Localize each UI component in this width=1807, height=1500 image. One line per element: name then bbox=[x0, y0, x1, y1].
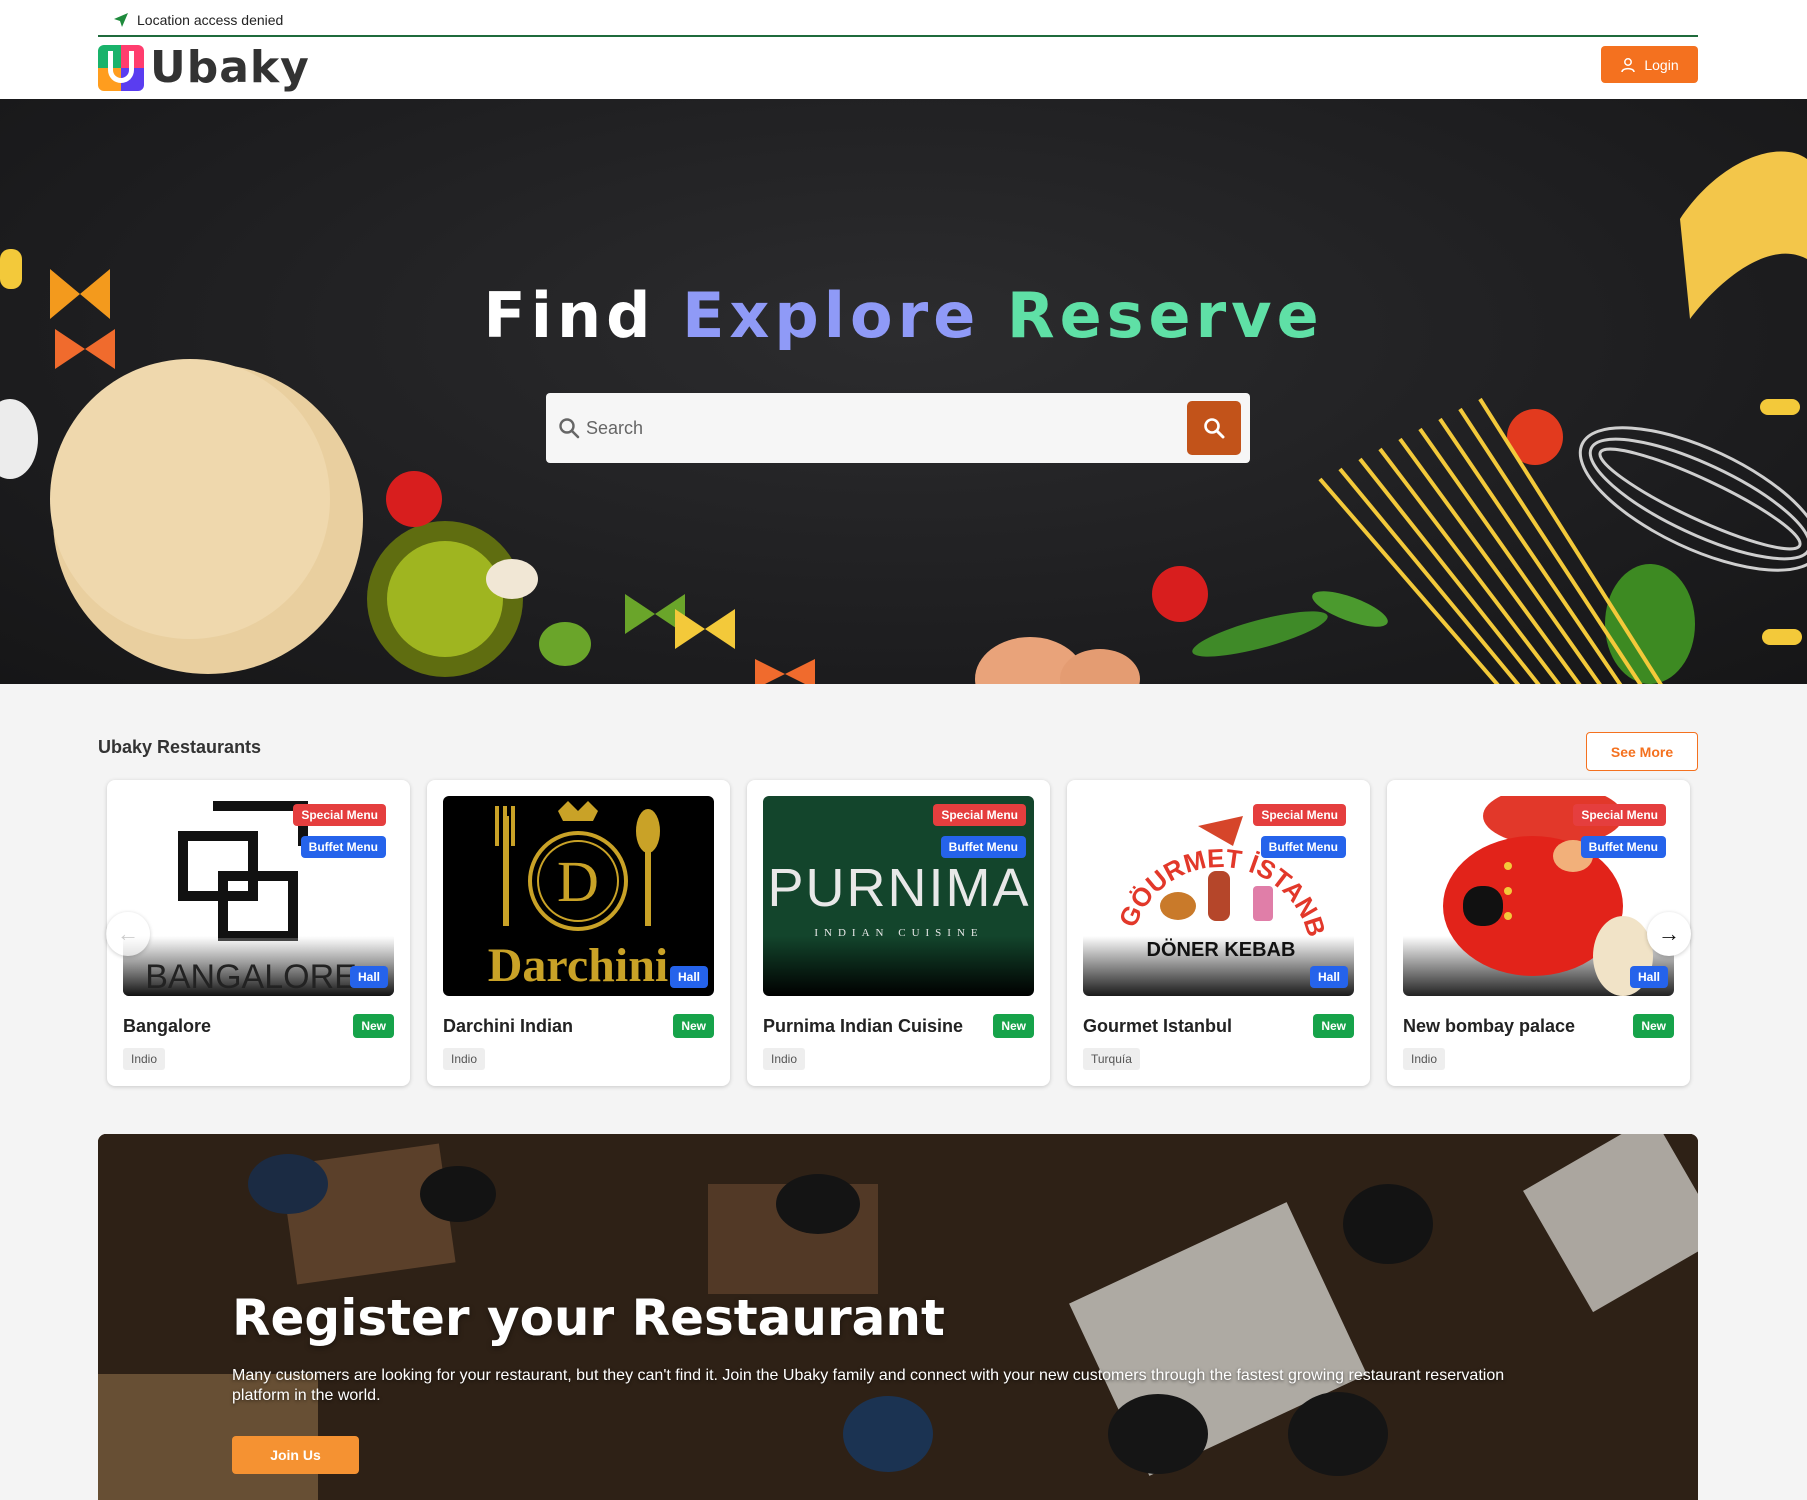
logo-icon bbox=[98, 44, 144, 91]
purnima-logo: PURNIMA INDIAN CUISINE bbox=[767, 858, 1030, 939]
hero-food-decoration bbox=[0, 151, 1807, 684]
brand-name: Ubaky bbox=[150, 42, 310, 93]
new-badge: New bbox=[1633, 1014, 1674, 1038]
login-button[interactable]: Login bbox=[1601, 46, 1698, 83]
cuisine-tag: Indio bbox=[1403, 1048, 1446, 1070]
location-status-text: Location access denied bbox=[137, 12, 284, 28]
search-button[interactable] bbox=[1187, 401, 1241, 455]
restaurant-name: Bangalore bbox=[123, 1016, 212, 1036]
cuisine-tag: Indio bbox=[443, 1048, 486, 1070]
join-us-button[interactable]: Join Us bbox=[232, 1436, 359, 1474]
restaurant-card[interactable]: GÖURMET İSTANBUL DÖNER KEBAB Special Men… bbox=[1067, 780, 1370, 1086]
register-description: Many customers are looking for your rest… bbox=[232, 1367, 1505, 1404]
buffet-menu-badge: Buffet Menu bbox=[1580, 836, 1666, 858]
restaurant-image: Special Menu Buffet Menu Hall bbox=[1403, 796, 1674, 996]
hero-section: Find Explore Reserve bbox=[0, 99, 1807, 684]
restaurant-name: Darchini Indian bbox=[443, 1016, 574, 1036]
restaurant-card[interactable]: PURNIMA INDIAN CUISINE Special Menu Buff… bbox=[747, 780, 1050, 1086]
section-title: Ubaky Restaurants bbox=[98, 737, 262, 757]
hero-word-find: Find bbox=[483, 279, 656, 352]
buffet-menu-badge: Buffet Menu bbox=[1260, 836, 1346, 858]
brand-logo[interactable]: Ubaky bbox=[98, 42, 310, 93]
special-menu-badge: Special Menu bbox=[1253, 804, 1346, 826]
svg-text:D: D bbox=[557, 849, 599, 914]
register-banner: Register your Restaurant Many customers … bbox=[98, 1134, 1698, 1500]
hero-word-reserve: Reserve bbox=[1006, 279, 1324, 352]
search-icon bbox=[559, 418, 580, 439]
svg-text:BANGALORE: BANGALORE bbox=[145, 958, 357, 996]
new-badge: New bbox=[673, 1014, 714, 1038]
restaurant-name: New bombay palace bbox=[1403, 1016, 1576, 1036]
restaurant-image: D Darchini Hall bbox=[443, 796, 714, 996]
header-divider bbox=[98, 35, 1698, 37]
top-bar: Location access denied Ubaky Login bbox=[0, 0, 1807, 99]
svg-text:DÖNER KEBAB: DÖNER KEBAB bbox=[1147, 938, 1296, 961]
location-arrow-icon bbox=[114, 13, 128, 27]
see-more-button[interactable]: See More bbox=[1586, 732, 1698, 771]
user-icon bbox=[1621, 57, 1636, 72]
special-menu-badge: Special Menu bbox=[1573, 804, 1666, 826]
buffet-menu-badge: Buffet Menu bbox=[940, 836, 1026, 858]
arrow-right-icon: → bbox=[1658, 921, 1680, 946]
search-bar bbox=[546, 393, 1250, 463]
hall-badge: Hall bbox=[1629, 966, 1668, 988]
carousel-next-button[interactable]: → bbox=[1647, 912, 1691, 956]
svg-text:Darchini: Darchini bbox=[488, 939, 668, 992]
restaurant-card[interactable]: BANGALORE Special Menu Buffet Menu Hall … bbox=[107, 780, 410, 1086]
login-label: Login bbox=[1644, 56, 1679, 73]
new-badge: New bbox=[993, 1014, 1034, 1038]
hero-word-explore: Explore bbox=[682, 279, 981, 352]
restaurant-image: BANGALORE Special Menu Buffet Menu Hall bbox=[123, 796, 394, 996]
arrow-left-icon: ← bbox=[117, 921, 139, 946]
hall-badge: Hall bbox=[1309, 966, 1348, 988]
search-submit-icon bbox=[1204, 418, 1225, 439]
cuisine-tag: Indio bbox=[123, 1048, 166, 1070]
hall-badge: Hall bbox=[349, 966, 388, 988]
restaurant-name: Gourmet Istanbul bbox=[1083, 1016, 1233, 1036]
buffet-menu-badge: Buffet Menu bbox=[300, 836, 386, 858]
register-title: Register your Restaurant bbox=[232, 1289, 945, 1347]
special-menu-badge: Special Menu bbox=[933, 804, 1026, 826]
hall-badge: Hall bbox=[669, 966, 708, 988]
restaurant-card[interactable]: D Darchini Hall Darchini Indian New Indi… bbox=[427, 780, 730, 1086]
cuisine-tag: Turquía bbox=[1083, 1048, 1140, 1070]
restaurant-image: PURNIMA INDIAN CUISINE Special Menu Buff… bbox=[763, 796, 1034, 996]
carousel-prev-button[interactable]: ← bbox=[106, 912, 150, 956]
restaurant-name: Purnima Indian Cuisine bbox=[763, 1016, 964, 1036]
svg-text:INDIAN CUISINE: INDIAN CUISINE bbox=[814, 927, 983, 939]
restaurant-image: GÖURMET İSTANBUL DÖNER KEBAB Special Men… bbox=[1083, 796, 1354, 996]
svg-text:PURNIMA: PURNIMA bbox=[767, 858, 1030, 918]
restaurant-card[interactable]: Special Menu Buffet Menu Hall New bombay… bbox=[1387, 780, 1690, 1086]
cuisine-tag: Indio bbox=[763, 1048, 806, 1070]
new-badge: New bbox=[1313, 1014, 1354, 1038]
location-status: Location access denied bbox=[113, 12, 283, 28]
new-badge: New bbox=[353, 1014, 394, 1038]
hero-title: Find Explore Reserve bbox=[0, 279, 1807, 352]
special-menu-badge: Special Menu bbox=[293, 804, 386, 826]
search-input[interactable] bbox=[586, 407, 1206, 449]
